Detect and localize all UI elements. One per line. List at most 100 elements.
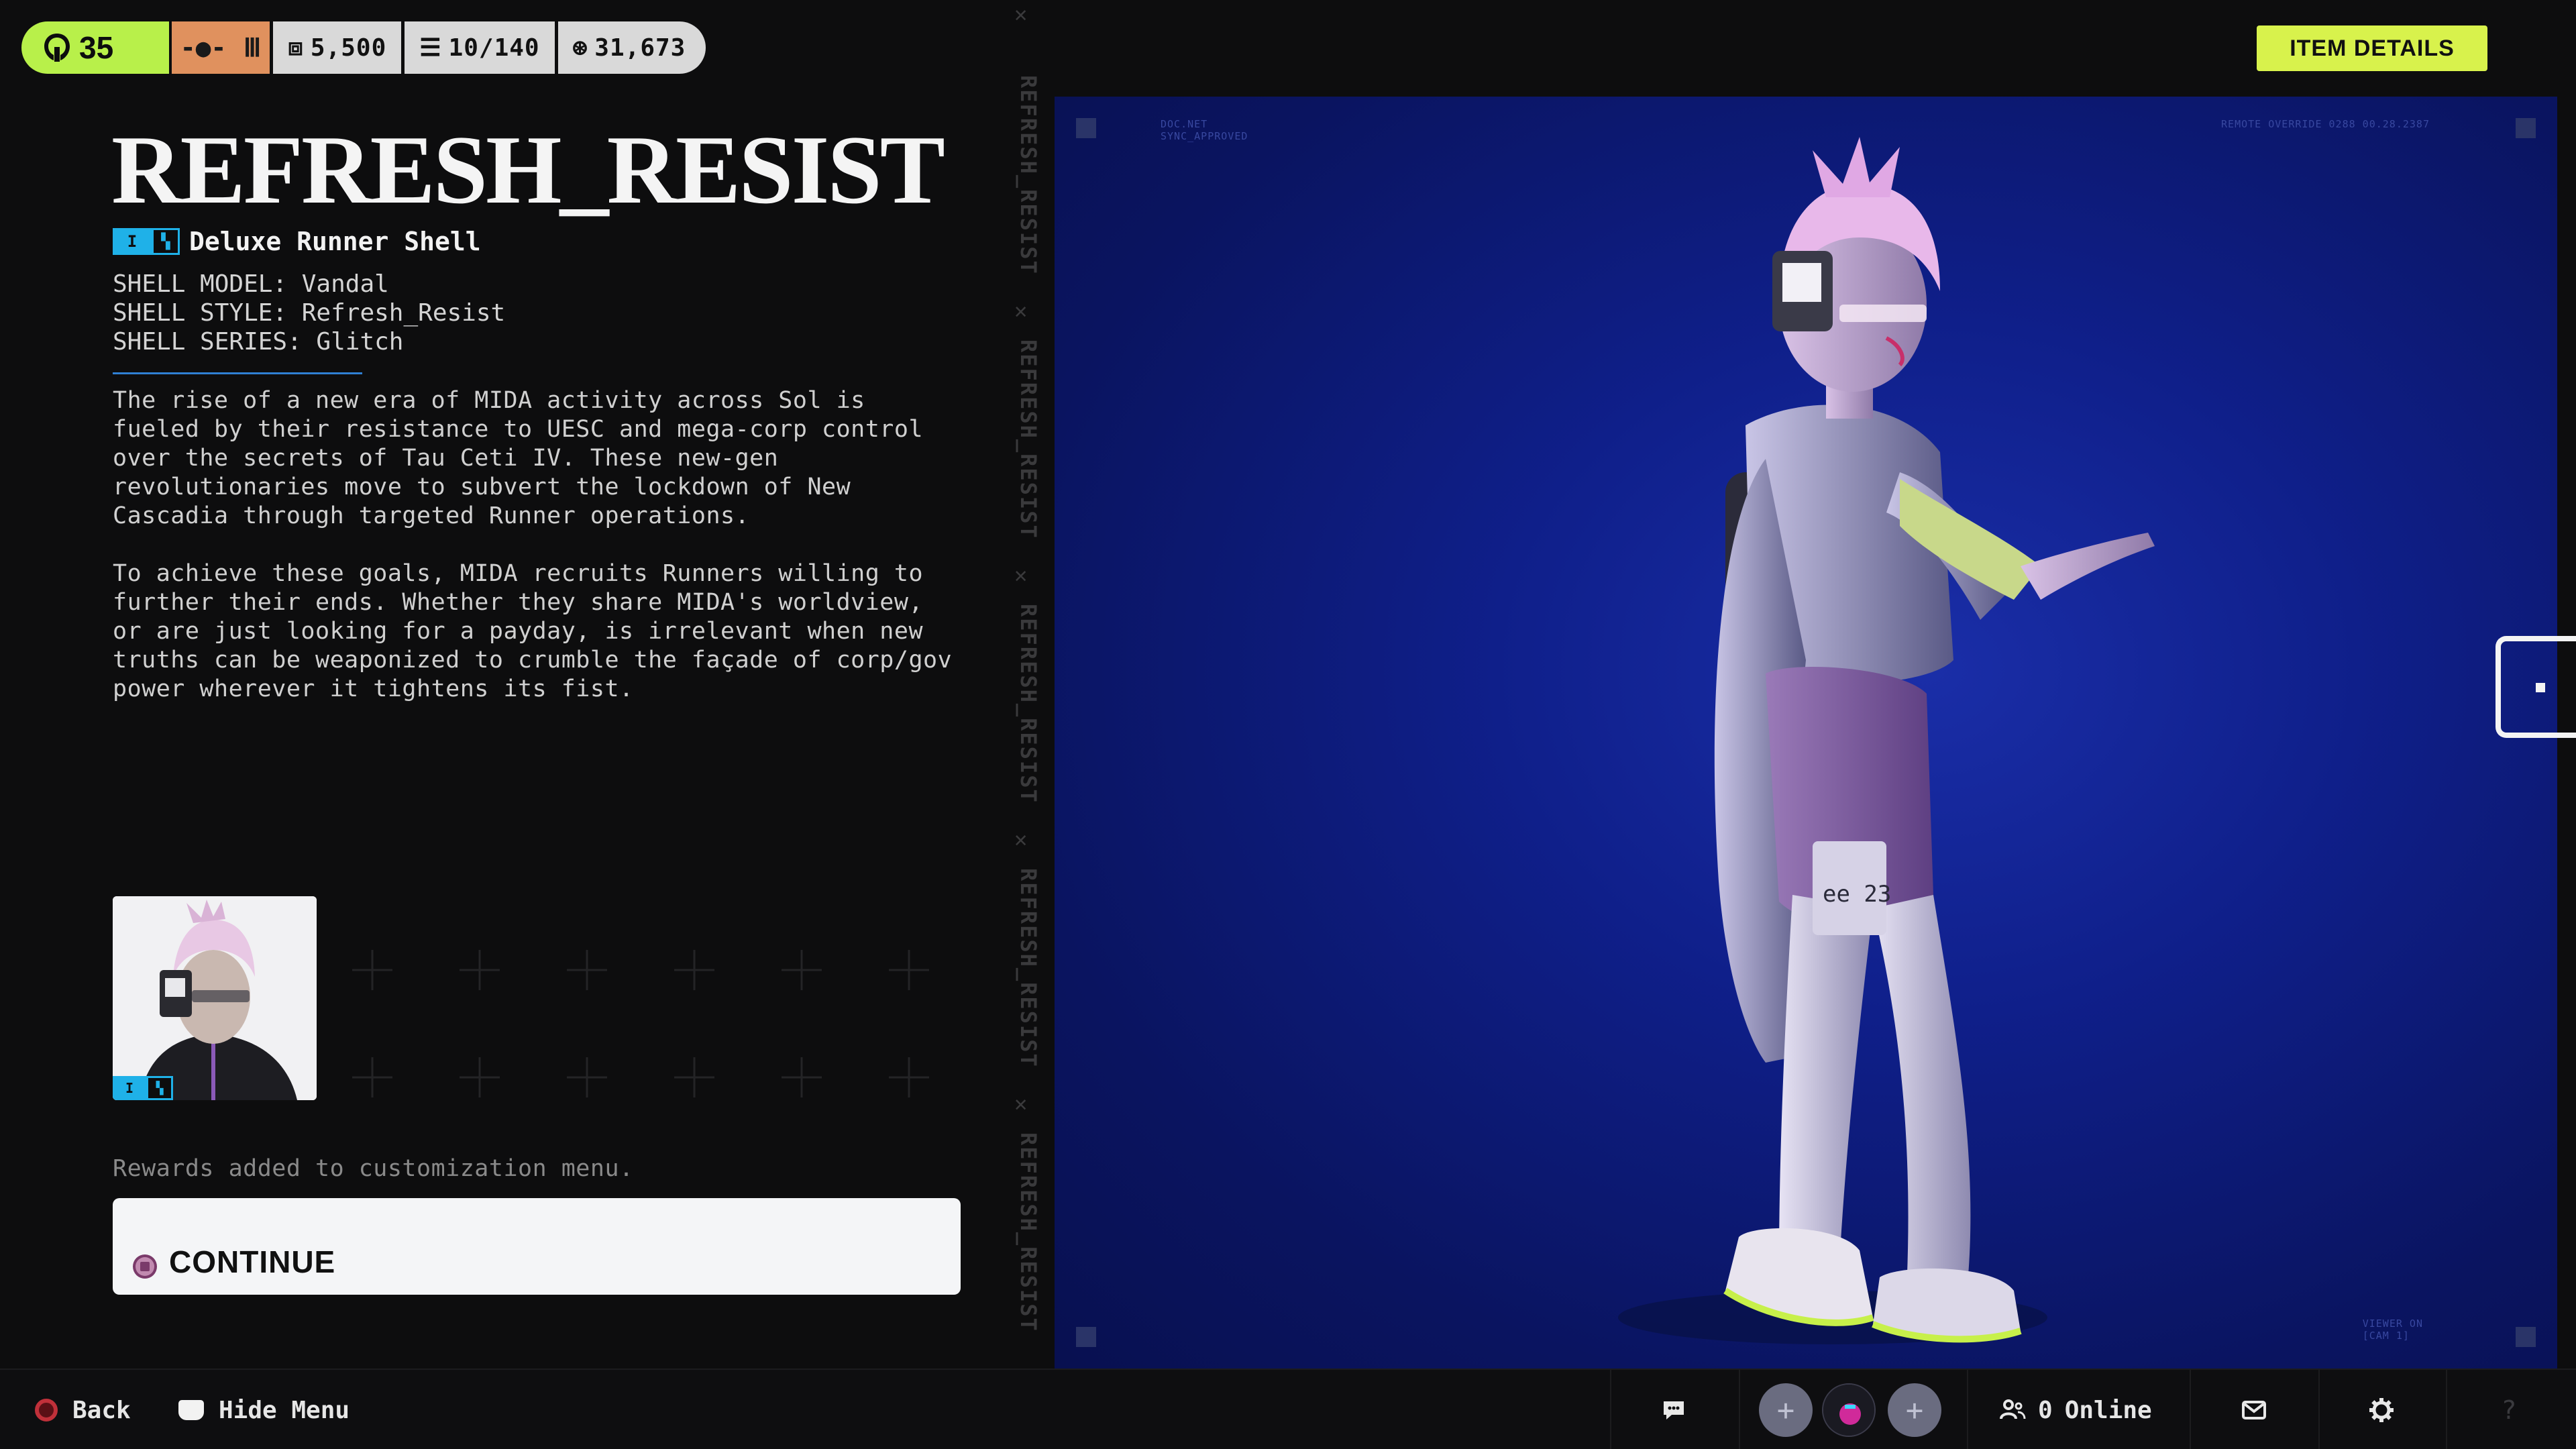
bottom-bar-separator: [2318, 1370, 2320, 1449]
help-button[interactable]: ?: [2469, 1370, 2549, 1449]
item-description: The rise of a new era of MIDA activity a…: [113, 386, 958, 704]
rewards-note: Rewards added to customization menu.: [113, 1155, 634, 1182]
gear-icon: [2369, 1398, 2394, 1422]
bottom-bar: Back Hide Menu + + 0 Online ?: [0, 1368, 2576, 1449]
bottom-bar-separator: [1610, 1370, 1611, 1449]
mail-icon: [2242, 1401, 2266, 1419]
stat-currency: ⊛ 31,673: [554, 21, 706, 74]
strip-label: REFRESH_RESIST: [1016, 868, 1041, 1068]
strip-label: REFRESH_RESIST: [1016, 1132, 1041, 1332]
item-subtitle: Deluxe Runner Shell: [189, 227, 481, 256]
character-portrait-image: [113, 896, 317, 1100]
back-button[interactable]: Back: [35, 1370, 131, 1449]
strip-segment: REFRESH_RESIST: [1016, 868, 1045, 1096]
bottom-bar-separator: [2190, 1370, 2191, 1449]
vertical-title-strip: ✕ REFRESH_RESIST ✕ REFRESH_RESIST ✕ REFR…: [1001, 0, 1051, 1368]
tier-pattern-icon: ▚: [146, 1076, 173, 1100]
stat-value: 5,500: [310, 34, 387, 62]
spec-model: SHELL MODEL: Vandal: [113, 270, 389, 298]
touchpad-button-icon: [178, 1400, 204, 1420]
runner-character-model: ee 23: [1618, 137, 2155, 1344]
tier-pattern-icon: ▚: [152, 228, 180, 255]
viewport-label-top-right: REMOTE OVERRIDE 0288 00.28.2387: [2221, 118, 2430, 130]
item-specs: SHELL MODEL: Vandal SHELL STYLE: Refresh…: [113, 270, 505, 356]
hide-menu-button[interactable]: Hide Menu: [178, 1370, 350, 1449]
bottom-bar-separator: [1967, 1370, 1968, 1449]
tier-label: I: [113, 1076, 146, 1100]
add-member-icon: +: [1776, 1393, 1795, 1428]
leg-tag: ee 23: [1823, 881, 1891, 908]
level-icon: [44, 34, 70, 62]
bottom-bar-separator: [2446, 1370, 2447, 1449]
side-panel-dot-icon: [2536, 683, 2545, 692]
player-avatar[interactable]: [1822, 1383, 1876, 1437]
stat-ticket: ⧈ 5,500: [270, 21, 402, 74]
strip-separator-icon: ✕: [1014, 1091, 1028, 1116]
stat-progress: ☰ 10/140: [401, 21, 555, 74]
side-panel-toggle[interactable]: [2496, 636, 2576, 738]
friends-icon: [2000, 1399, 2026, 1419]
viewport-corner-marker: [2516, 1327, 2536, 1347]
strip-label: REFRESH_RESIST: [1016, 75, 1041, 275]
continue-label: CONTINUE: [169, 1244, 336, 1279]
viewport-label-bottom-right: VIEWER ON [CAM 1]: [2362, 1318, 2423, 1342]
back-label: Back: [72, 1396, 131, 1424]
strip-label: REFRESH_RESIST: [1016, 339, 1041, 539]
chat-button[interactable]: [1637, 1370, 1711, 1449]
continue-button[interactable]: CONTINUE: [113, 1198, 961, 1295]
viewport-corner-marker: [1076, 1327, 1096, 1347]
square-button-icon: [133, 1254, 157, 1279]
player-level-badge: 35: [21, 21, 169, 74]
chat-icon: [1664, 1401, 1684, 1419]
description-paragraph: To achieve these goals, MIDA recruits Ru…: [113, 560, 953, 702]
item-subtitle-row: I ▚ Deluxe Runner Shell: [113, 227, 481, 256]
item-details-label: ITEM DETAILS: [2290, 35, 2455, 61]
player-stats-bar: 35 -●- Ⅲ ⧈ 5,500 ☰ 10/140 ⊛ 31,673: [21, 21, 706, 74]
empty-reward-slots: [352, 950, 929, 1097]
stat-value: 10/140: [448, 34, 540, 62]
tier-label: I: [113, 228, 152, 255]
settings-button[interactable]: [2341, 1370, 2422, 1449]
strip-segment: REFRESH_RESIST: [1016, 1132, 1045, 1360]
strip-segment: REFRESH_RESIST: [1016, 75, 1045, 303]
online-friends-button[interactable]: 0 Online: [1999, 1370, 2152, 1449]
strip-separator-icon: ✕: [1014, 562, 1028, 588]
bottom-bar-separator: [1739, 1370, 1740, 1449]
viewport-corner-marker: [2516, 118, 2536, 138]
spec-series: SHELL SERIES: Glitch: [113, 328, 404, 356]
character-preview-viewport[interactable]: DOC.NET SYNC_APPROVED REMOTE OVERRIDE 02…: [1055, 97, 2557, 1368]
player-avatar-image: [1823, 1385, 1874, 1436]
strip-separator-icon: ✕: [1014, 826, 1028, 852]
inbox-button[interactable]: [2214, 1370, 2294, 1449]
viewport-corner-marker: [1076, 118, 1096, 138]
layers-icon: ☰: [419, 34, 442, 62]
description-paragraph: The rise of a new era of MIDA activity a…: [113, 387, 924, 529]
online-label: Online: [2064, 1396, 2152, 1424]
strip-segment: REFRESH_RESIST: [1016, 604, 1045, 832]
hide-menu-label: Hide Menu: [219, 1396, 350, 1424]
strip-label: REFRESH_RESIST: [1016, 604, 1041, 804]
item-details-button[interactable]: ITEM DETAILS: [2257, 25, 2487, 71]
stat-value: 31,673: [594, 34, 686, 62]
strip-separator-icon: ✕: [1014, 298, 1028, 323]
coin-icon: ⊛: [572, 34, 588, 62]
spec-style: SHELL STYLE: Refresh_Resist: [113, 299, 506, 327]
add-squad-slot-right[interactable]: +: [1888, 1383, 1941, 1437]
add-member-icon: +: [1905, 1393, 1924, 1428]
help-icon: ?: [2501, 1395, 2517, 1425]
item-title: REFRESH_RESIST: [111, 115, 945, 224]
rank-badge: -●- Ⅲ: [169, 21, 270, 74]
level-value: 35: [79, 30, 114, 65]
tier-badge: I ▚: [113, 1076, 173, 1100]
tier-badge: I ▚: [113, 228, 180, 255]
reward-thumbnail[interactable]: I ▚: [113, 896, 317, 1100]
rank-bars-icon: Ⅲ: [244, 33, 262, 62]
specs-divider: [113, 372, 362, 374]
strip-segment: REFRESH_RESIST: [1016, 339, 1045, 568]
circle-button-icon: [35, 1399, 58, 1421]
rank-node-icon: -●-: [180, 33, 227, 62]
strip-separator-icon: ✕: [1014, 1, 1028, 27]
online-count: 0: [2038, 1396, 2053, 1424]
add-squad-slot-left[interactable]: +: [1759, 1383, 1813, 1437]
ticket-icon: ⧈: [288, 34, 304, 61]
